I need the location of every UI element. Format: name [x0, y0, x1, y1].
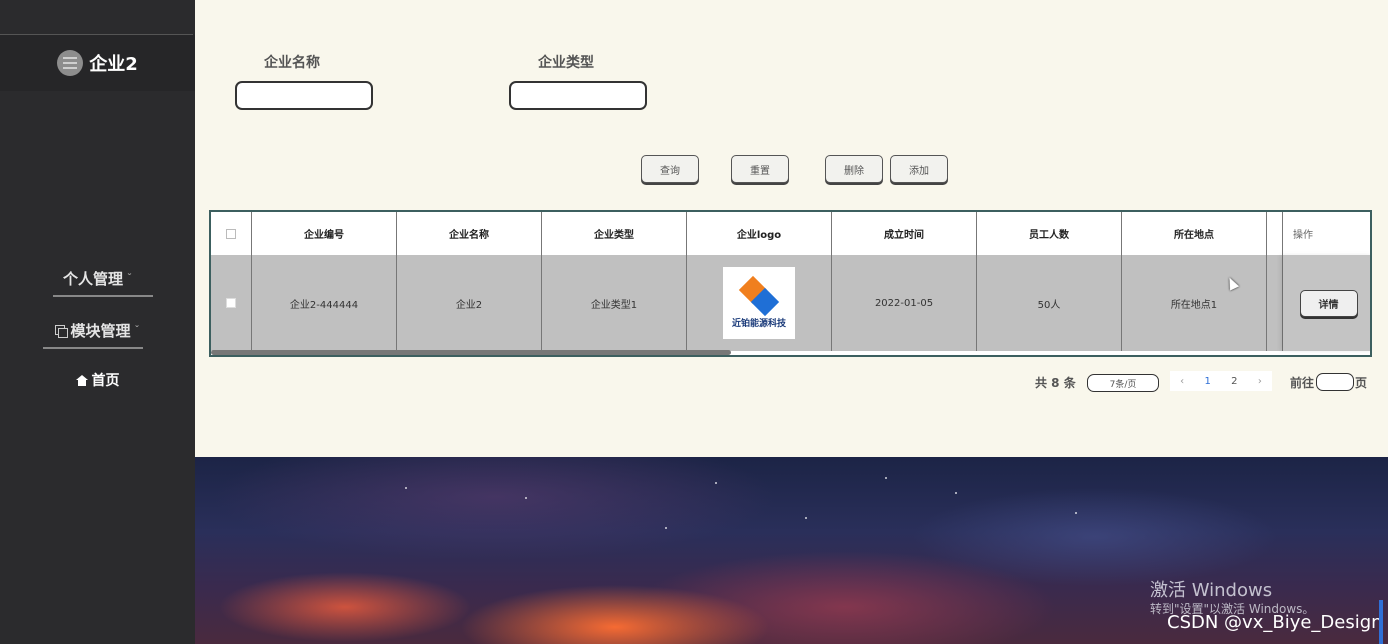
goto-page-input[interactable] — [1316, 373, 1355, 391]
next-page-icon[interactable]: › — [1258, 376, 1262, 387]
detail-button[interactable]: 详情 — [1299, 289, 1358, 317]
row-checkbox[interactable] — [226, 298, 236, 308]
query-button[interactable]: 查询 — [641, 155, 699, 183]
windows-activation-title: 激活 Windows — [1150, 580, 1273, 601]
sidebar-item-label: 模块管理 — [70, 322, 131, 340]
goto-prefix: 前往 — [1290, 375, 1315, 390]
goto-suffix: 页 — [1355, 375, 1368, 390]
company-logo-icon — [738, 275, 780, 316]
reset-button[interactable]: 重置 — [731, 155, 789, 183]
delete-button[interactable]: 删除 — [825, 155, 883, 183]
brand: 企业2 — [0, 35, 195, 91]
menu-underline — [43, 347, 143, 349]
menu-underline — [53, 295, 153, 297]
cell-type: 企业类型1 — [542, 255, 687, 351]
edge-scroll-indicator — [1379, 600, 1383, 644]
sidebar-item-personal[interactable]: 个人管理 ˇ — [0, 268, 195, 297]
brand-logo-icon — [57, 50, 84, 76]
col-header-code[interactable]: 企业编号 — [252, 212, 397, 255]
col-header-location[interactable]: 所在地点 — [1122, 212, 1267, 255]
sidebar-item-label: 个人管理 — [62, 270, 123, 288]
cell-founded: 2022-01-05 — [832, 255, 977, 351]
sidebar: 企业2 个人管理 ˇ 模块管理 ˇ 首页 — [0, 0, 195, 644]
chevron-down-icon: ˇ — [127, 273, 132, 284]
select-all-checkbox[interactable] — [226, 228, 236, 239]
pagination-total: 共 8 条 — [1035, 375, 1076, 390]
cell-code: 企业2-444444 — [252, 255, 397, 351]
table-row[interactable]: 企业2-444444 企业2 企业类型1 近铂能源科技 2022-01-05 5… — [211, 255, 1370, 351]
cell-ops: 详情 — [1283, 255, 1370, 351]
table-header: 企业编号 企业名称 企业类型 企业logo 成立时间 员工人数 所在地点 操作 — [211, 212, 1370, 255]
cell-spacer — [1267, 255, 1283, 351]
col-header-founded[interactable]: 成立时间 — [832, 212, 977, 255]
select-all-cell — [211, 212, 252, 255]
horizontal-scrollbar[interactable] — [211, 350, 731, 355]
home-icon — [75, 374, 88, 386]
cell-staff: 50人 — [977, 255, 1122, 351]
prev-page-icon[interactable]: ‹ — [1180, 376, 1184, 387]
company-type-input[interactable] — [509, 81, 647, 110]
page-size-select[interactable]: 7条/页 — [1087, 374, 1159, 392]
company-logo-image: 近铂能源科技 — [723, 267, 795, 339]
col-header-logo[interactable]: 企业logo — [687, 212, 832, 255]
chevron-down-icon: ˇ — [134, 325, 140, 336]
page-2[interactable]: 2 — [1231, 376, 1237, 387]
company-type-label: 企业类型 — [538, 55, 594, 71]
row-select-cell — [211, 255, 252, 351]
cell-logo: 近铂能源科技 — [687, 255, 832, 351]
company-name-input[interactable] — [235, 81, 373, 110]
sidebar-item-modules[interactable]: 模块管理 ˇ — [0, 320, 195, 349]
page-list: ‹ 1 2 › — [1170, 371, 1272, 391]
company-logo-text: 近铂能源科技 — [731, 318, 786, 329]
col-spacer — [1267, 212, 1283, 255]
copy-icon — [55, 325, 69, 338]
sidebar-item-home[interactable]: 首页 — [0, 370, 195, 390]
col-header-type[interactable]: 企业类型 — [542, 212, 687, 255]
col-header-name[interactable]: 企业名称 — [397, 212, 542, 255]
brand-name: 企业2 — [89, 54, 138, 75]
csdn-watermark: CSDN @vx_Biye_Design — [1167, 612, 1383, 633]
page-1[interactable]: 1 — [1204, 376, 1210, 387]
cell-location: 所在地点1 — [1122, 255, 1267, 351]
add-button[interactable]: 添加 — [890, 155, 948, 183]
goto-page: 前往 页 — [1290, 372, 1367, 392]
company-name-label: 企业名称 — [264, 55, 320, 71]
col-header-staff[interactable]: 员工人数 — [977, 212, 1122, 255]
col-header-ops: 操作 — [1293, 230, 1313, 241]
sidebar-item-label: 首页 — [91, 373, 120, 389]
cell-name: 企业2 — [397, 255, 542, 351]
company-table: 企业编号 企业名称 企业类型 企业logo 成立时间 员工人数 所在地点 操作 … — [209, 210, 1372, 357]
